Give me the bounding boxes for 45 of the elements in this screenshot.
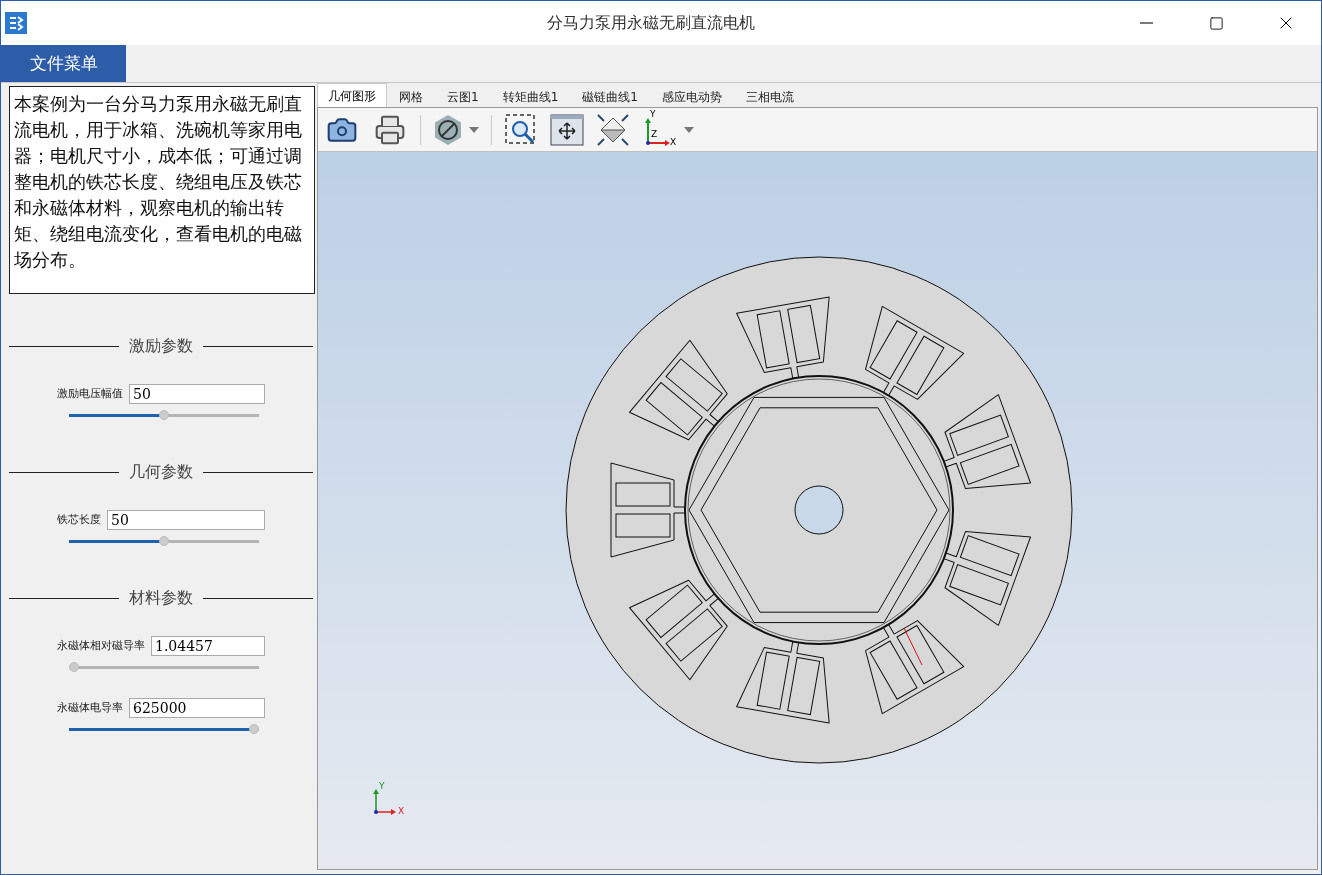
description-text: 本案例为一台分马力泵用永磁无刷直流电机，用于冰箱、洗碗机等家用电器；电机尺寸小，成本低；可通过调整电机的铁芯长度、绕组电压及铁芯和永磁体材料，观察电机的输出转矩、绕组电流变化，查看电机的电磁场分布。 — [9, 86, 315, 294]
minimize-icon — [1139, 22, 1153, 24]
printer-icon — [374, 113, 406, 146]
pan-button[interactable] — [550, 112, 584, 147]
tab[interactable]: 感应电动势 — [649, 86, 734, 107]
axis-label: X — [398, 807, 405, 816]
axis-label: X — [670, 137, 677, 147]
maximize-icon — [1208, 15, 1224, 31]
parameter-input[interactable]: 50 — [129, 384, 265, 404]
parameter-label: 永磁体相对磁导率 — [57, 637, 145, 654]
dropdown-caret-icon — [469, 126, 479, 133]
tab[interactable]: 网格 — [387, 86, 435, 107]
app-logo-icon — [5, 12, 27, 34]
slider-thumb[interactable] — [249, 724, 259, 734]
pan-icon — [550, 112, 584, 147]
section-heading: 激励参数 — [129, 335, 193, 357]
fit-view-button[interactable] — [596, 112, 630, 147]
tab[interactable]: 三相电流 — [733, 86, 806, 107]
parameter-input[interactable]: 625000 — [129, 698, 265, 718]
parameter-label: 激励电压幅值 — [57, 385, 123, 402]
zoom-box-icon — [504, 112, 538, 147]
parameter-input[interactable]: 1.04457 — [151, 636, 265, 656]
axis-label: Z — [651, 129, 658, 139]
prohibit-icon — [433, 113, 463, 146]
fit-view-icon — [596, 112, 630, 147]
zoom-box-button[interactable] — [504, 112, 538, 147]
slider-thumb[interactable] — [69, 662, 79, 672]
hide-button[interactable] — [433, 113, 479, 146]
parameter-label: 永磁体电导率 — [57, 699, 123, 716]
axis-label: Y — [379, 782, 385, 791]
parameter-input[interactable]: 50 — [107, 510, 265, 530]
file-menu-button[interactable]: 文件菜单 — [1, 45, 126, 82]
slider-thumb[interactable] — [159, 536, 169, 546]
section-heading: 几何参数 — [129, 461, 193, 483]
axis-label: Y — [650, 109, 656, 119]
slider-thumb[interactable] — [159, 410, 169, 420]
parameter-label: 铁芯长度 — [57, 511, 101, 528]
axes-view-button[interactable]: Y Z X — [642, 112, 694, 147]
window-title: 分马力泵用永磁无刷直流电机 — [546, 12, 756, 34]
section-heading: 材料参数 — [129, 587, 193, 609]
tab[interactable]: 几何图形 — [317, 83, 387, 107]
tab[interactable]: 云图1 — [435, 86, 491, 107]
tab[interactable]: 磁链曲线1 — [570, 86, 650, 107]
tab[interactable]: 转矩曲线1 — [490, 86, 571, 107]
dropdown-caret-icon — [684, 126, 694, 133]
